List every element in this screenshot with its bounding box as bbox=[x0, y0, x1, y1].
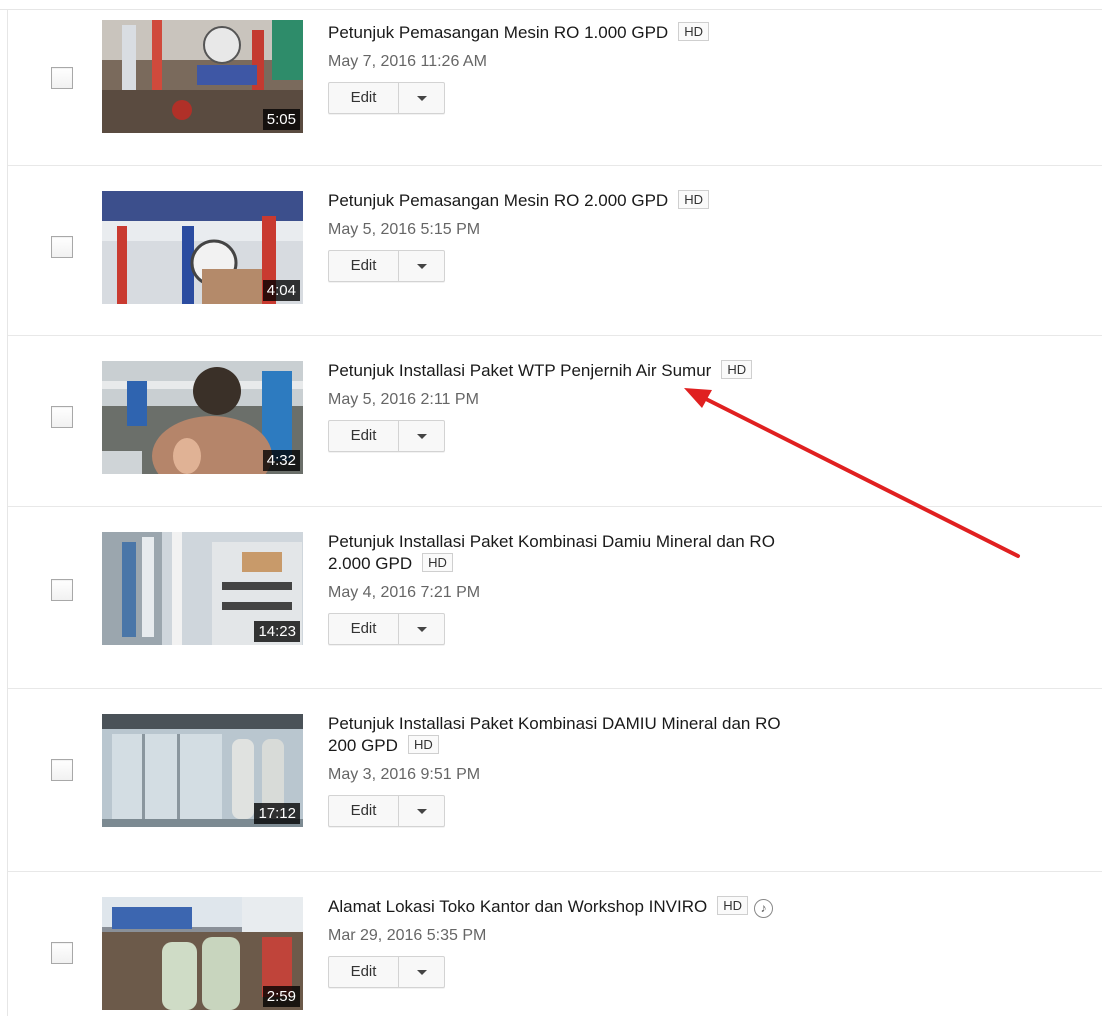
video-title-link[interactable]: Petunjuk Installasi Paket Kombinasi DAMI… bbox=[328, 714, 781, 733]
select-checkbox[interactable] bbox=[51, 942, 73, 964]
video-title-line: Petunjuk Installasi Paket Kombinasi Dami… bbox=[328, 531, 928, 575]
edit-dropdown-button[interactable] bbox=[398, 614, 444, 644]
video-title-link[interactable]: Petunjuk Installasi Paket Kombinasi Dami… bbox=[328, 532, 775, 551]
hd-badge: HD bbox=[678, 22, 709, 41]
video-date: May 5, 2016 5:15 PM bbox=[328, 221, 481, 238]
edit-dropdown-button[interactable] bbox=[398, 421, 444, 451]
video-duration: 14:23 bbox=[254, 621, 300, 642]
video-thumbnail[interactable]: 4:04 bbox=[102, 191, 303, 304]
video-info: Petunjuk Installasi Paket Kombinasi DAMI… bbox=[328, 713, 928, 827]
edit-button[interactable]: Edit bbox=[329, 83, 398, 113]
video-title-line: Petunjuk Pemasangan Mesin RO 2.000 GPD HD bbox=[328, 190, 928, 212]
video-thumbnail[interactable]: 14:23 bbox=[102, 532, 303, 645]
chevron-down-icon bbox=[416, 263, 427, 269]
video-duration: 2:59 bbox=[262, 986, 300, 1007]
table-row: 2:59 Alamat Lokasi Toko Kantor dan Works… bbox=[8, 872, 1102, 1016]
edit-button-group: Edit bbox=[328, 956, 445, 988]
table-row: 4:04 Petunjuk Pemasangan Mesin RO 2.000 … bbox=[8, 166, 1102, 336]
video-thumbnail[interactable]: 17:12 bbox=[102, 714, 303, 827]
edit-button[interactable]: Edit bbox=[329, 957, 398, 987]
video-date: Mar 29, 2016 5:35 PM bbox=[328, 927, 487, 944]
video-title-line: Petunjuk Installasi Paket Kombinasi DAMI… bbox=[328, 713, 928, 757]
edit-button[interactable]: Edit bbox=[329, 251, 398, 281]
edit-button-group: Edit bbox=[328, 82, 445, 114]
hd-badge: HD bbox=[407, 735, 439, 754]
video-duration: 4:04 bbox=[262, 280, 300, 301]
video-info: Petunjuk Installasi Paket Kombinasi Dami… bbox=[328, 531, 928, 645]
chevron-down-icon bbox=[416, 626, 427, 632]
video-date: May 4, 2016 7:21 PM bbox=[328, 584, 481, 601]
edit-button-group: Edit bbox=[328, 795, 445, 827]
table-row: 17:12 Petunjuk Installasi Paket Kombinas… bbox=[8, 689, 1102, 872]
edit-button-group: Edit bbox=[328, 250, 445, 282]
edit-button[interactable]: Edit bbox=[329, 614, 398, 644]
video-thumbnail[interactable]: 4:32 bbox=[102, 361, 303, 474]
video-date: May 3, 2016 9:51 PM bbox=[328, 766, 481, 783]
edit-dropdown-button[interactable] bbox=[398, 251, 444, 281]
select-checkbox[interactable] bbox=[51, 406, 73, 428]
edit-button-group: Edit bbox=[328, 420, 445, 452]
edit-button-group: Edit bbox=[328, 613, 445, 645]
video-title-link-line2[interactable]: 200 GPD bbox=[328, 736, 398, 755]
video-info: Petunjuk Installasi Paket WTP Penjernih … bbox=[328, 360, 928, 452]
video-duration: 5:05 bbox=[262, 109, 300, 130]
music-note-icon: ♪ bbox=[754, 899, 774, 918]
chevron-down-icon bbox=[416, 95, 427, 101]
video-thumbnail[interactable]: 5:05 bbox=[102, 20, 303, 133]
video-title-link[interactable]: Petunjuk Pemasangan Mesin RO 1.000 GPD bbox=[328, 23, 668, 42]
table-row: 14:23 Petunjuk Installasi Paket Kombinas… bbox=[8, 507, 1102, 689]
select-checkbox[interactable] bbox=[51, 579, 73, 601]
video-info: Alamat Lokasi Toko Kantor dan Workshop I… bbox=[328, 896, 928, 988]
video-title-line: Petunjuk Pemasangan Mesin RO 1.000 GPD HD bbox=[328, 22, 928, 44]
edit-button[interactable]: Edit bbox=[329, 796, 398, 826]
edit-dropdown-button[interactable] bbox=[398, 796, 444, 826]
hd-badge: HD bbox=[678, 190, 709, 209]
edit-dropdown-button[interactable] bbox=[398, 83, 444, 113]
chevron-down-icon bbox=[416, 969, 427, 975]
hd-badge: HD bbox=[717, 896, 749, 915]
video-title-link[interactable]: Petunjuk Installasi Paket WTP Penjernih … bbox=[328, 361, 711, 380]
video-manager-list: 5:05 Petunjuk Pemasangan Mesin RO 1.000 … bbox=[0, 0, 1102, 1016]
hd-badge: HD bbox=[721, 360, 753, 379]
video-title-line: Alamat Lokasi Toko Kantor dan Workshop I… bbox=[328, 896, 928, 918]
table-row: 4:32 Petunjuk Installasi Paket WTP Penje… bbox=[8, 336, 1102, 507]
video-thumbnail[interactable]: 2:59 bbox=[102, 897, 303, 1010]
table-row: 5:05 Petunjuk Pemasangan Mesin RO 1.000 … bbox=[8, 10, 1102, 166]
video-title-link[interactable]: Petunjuk Pemasangan Mesin RO 2.000 GPD bbox=[328, 191, 668, 210]
select-checkbox[interactable] bbox=[51, 236, 73, 258]
video-info: Petunjuk Pemasangan Mesin RO 1.000 GPD HD… bbox=[328, 22, 928, 114]
edit-button[interactable]: Edit bbox=[329, 421, 398, 451]
video-title-link-line2[interactable]: 2.000 GPD bbox=[328, 554, 412, 573]
video-duration: 4:32 bbox=[262, 450, 300, 471]
hd-badge: HD bbox=[422, 553, 453, 572]
video-date: May 5, 2016 2:11 PM bbox=[328, 391, 479, 408]
edit-dropdown-button[interactable] bbox=[398, 957, 444, 987]
video-title-line: Petunjuk Installasi Paket WTP Penjernih … bbox=[328, 360, 928, 382]
video-date: May 7, 2016 11:26 AM bbox=[328, 53, 487, 70]
select-checkbox[interactable] bbox=[51, 67, 73, 89]
video-info: Petunjuk Pemasangan Mesin RO 2.000 GPD HD… bbox=[328, 190, 928, 282]
video-title-link[interactable]: Alamat Lokasi Toko Kantor dan Workshop I… bbox=[328, 897, 707, 916]
chevron-down-icon bbox=[416, 433, 427, 439]
chevron-down-icon bbox=[416, 808, 427, 814]
select-checkbox[interactable] bbox=[51, 759, 73, 781]
video-duration: 17:12 bbox=[254, 803, 300, 824]
